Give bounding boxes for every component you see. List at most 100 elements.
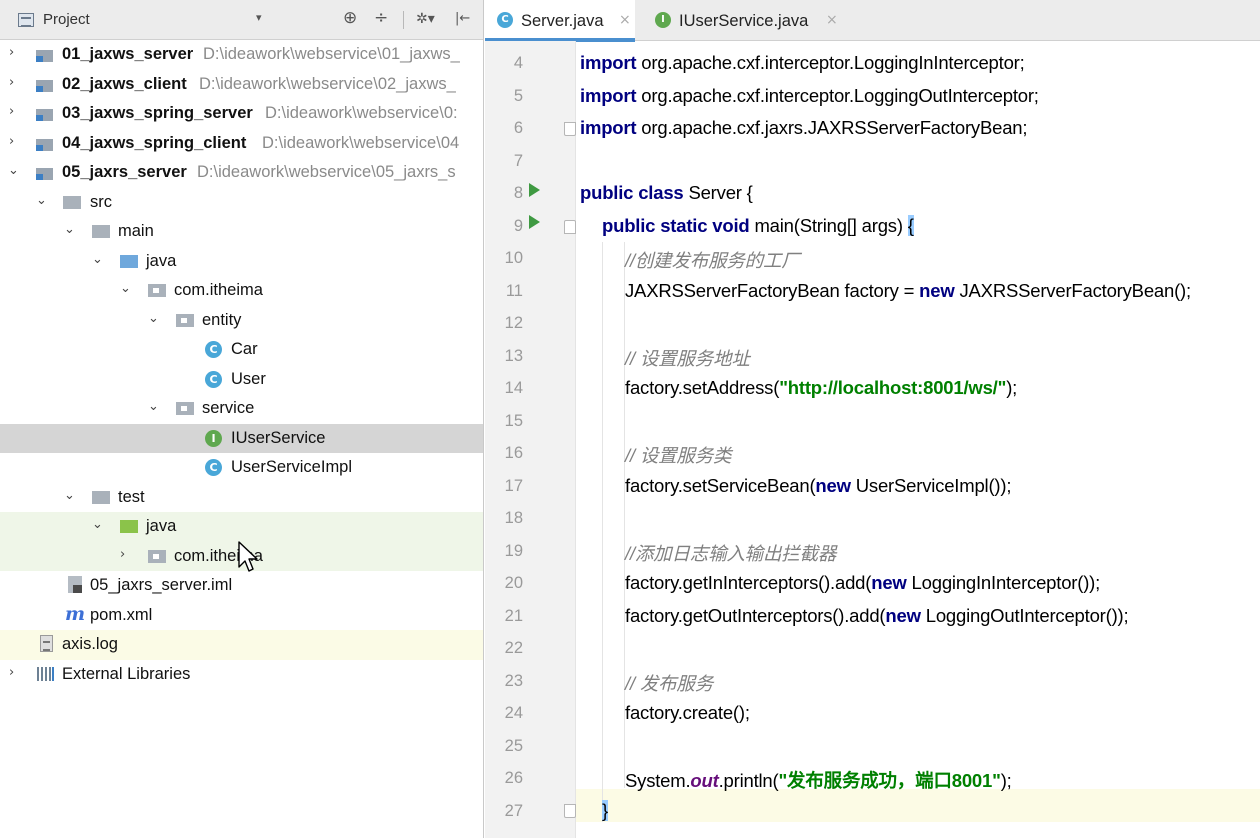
code-line-9[interactable]: public static void main(String[] args) { bbox=[602, 214, 914, 237]
string-literal: "发布服务成功，端口8001" bbox=[778, 770, 1001, 791]
line-number: 12 bbox=[504, 314, 523, 332]
tree-item-file[interactable]: m pom.xml bbox=[0, 601, 483, 631]
code-line-24[interactable]: factory.create(); bbox=[625, 702, 750, 724]
toolbar-divider bbox=[403, 11, 404, 29]
code-line-21[interactable]: factory.getOutInterceptors().add(new Log… bbox=[625, 604, 1129, 627]
code-line-26[interactable]: System.out.println("发布服务成功，端口8001"); bbox=[625, 767, 1012, 793]
code-text: main(String[] args) bbox=[749, 214, 908, 236]
hide-panel-icon[interactable]: |← bbox=[455, 11, 470, 26]
class-icon: C bbox=[205, 370, 222, 388]
chevron-right-icon[interactable]: › bbox=[9, 104, 14, 119]
code-line-27[interactable]: } bbox=[602, 799, 608, 822]
tab-iuserservice-java[interactable]: I IUserService.java × bbox=[643, 0, 843, 41]
tree-item-test-root[interactable]: ⌄ java bbox=[0, 512, 483, 542]
tree-item-label: 01_jaxws_server bbox=[62, 45, 194, 63]
chevron-right-icon[interactable]: › bbox=[9, 45, 14, 60]
line-number: 8 bbox=[513, 184, 523, 202]
tree-item-package[interactable]: ⌄ com.itheima bbox=[0, 276, 483, 306]
tree-item-folder[interactable]: ⌄ test bbox=[0, 483, 483, 513]
tree-item-label: test bbox=[118, 487, 145, 506]
chevron-down-icon[interactable]: ⌄ bbox=[92, 252, 103, 267]
code-line-11[interactable]: JAXRSServerFactoryBean factory = new JAX… bbox=[625, 280, 1191, 302]
tree-item-label: java bbox=[146, 517, 177, 535]
chevron-right-icon[interactable]: › bbox=[9, 665, 14, 680]
code-line-19[interactable]: //添加日志输入输出拦截器 bbox=[625, 540, 836, 566]
chevron-down-icon[interactable]: ⌄ bbox=[92, 517, 103, 532]
chevron-down-icon[interactable]: ⌄ bbox=[64, 222, 75, 237]
chevron-right-icon[interactable]: › bbox=[120, 547, 125, 562]
code-line-20[interactable]: factory.getInInterceptors().add(new Logg… bbox=[625, 572, 1100, 594]
tree-item-file[interactable]: 05_jaxrs_server.iml bbox=[0, 571, 483, 601]
run-class-icon[interactable] bbox=[529, 183, 540, 197]
tree-item-class[interactable]: C Car bbox=[0, 335, 483, 365]
chevron-down-icon[interactable]: ⌄ bbox=[120, 281, 131, 296]
package-icon bbox=[176, 313, 194, 327]
code-line-16[interactable]: // 设置服务类 bbox=[625, 442, 732, 468]
tree-item-class[interactable]: C UserServiceImpl bbox=[0, 453, 483, 483]
keyword: new bbox=[885, 604, 921, 626]
code-line-17[interactable]: factory.setServiceBean(new UserServiceIm… bbox=[625, 475, 1011, 497]
tree-item-module[interactable]: › 01_jaxws_server D:\ideawork\webservice… bbox=[0, 40, 483, 70]
keyword: import bbox=[580, 117, 637, 138]
code-text: factory.getOutInterceptors().add( bbox=[625, 604, 886, 626]
tree-item-module[interactable]: › 02_jaxws_client D:\ideawork\webservice… bbox=[0, 70, 483, 100]
class-icon: C bbox=[205, 459, 222, 476]
line-number: 27 bbox=[504, 801, 523, 820]
chevron-down-icon[interactable]: ⌄ bbox=[148, 311, 159, 326]
code-line-4[interactable]: import org.apache.cxf.interceptor.Loggin… bbox=[580, 52, 1025, 74]
keyword: new bbox=[871, 572, 907, 593]
line-number: 6 bbox=[513, 119, 523, 137]
chevron-down-icon[interactable]: ⌄ bbox=[148, 399, 159, 414]
chevron-down-icon[interactable]: ⌄ bbox=[8, 163, 19, 178]
code-line-5[interactable]: import org.apache.cxf.interceptor.Loggin… bbox=[580, 85, 1039, 107]
tree-item-module[interactable]: › 04_jaxws_spring_client D:\ideawork\web… bbox=[0, 129, 483, 159]
tree-item-external-libraries[interactable]: › External Libraries bbox=[0, 660, 483, 690]
tree-item-source-root[interactable]: ⌄ java bbox=[0, 247, 483, 277]
source-folder-icon bbox=[120, 254, 138, 268]
chevron-right-icon[interactable]: › bbox=[9, 75, 14, 90]
tree-item-module[interactable]: › 03_jaxws_spring_server D:\ideawork\web… bbox=[0, 99, 483, 129]
code-line-8[interactable]: public class Server { bbox=[580, 182, 753, 204]
gear-icon[interactable]: ✲▾ bbox=[416, 11, 435, 27]
package-icon bbox=[176, 402, 194, 415]
line-number: 15 bbox=[504, 411, 523, 430]
close-icon[interactable]: × bbox=[619, 12, 631, 28]
tree-item-folder[interactable]: ⌄ src bbox=[0, 188, 483, 218]
run-main-icon[interactable] bbox=[529, 215, 540, 229]
tree-item-class[interactable]: C User bbox=[0, 365, 483, 395]
matched-brace: } bbox=[602, 799, 608, 821]
tree-item-package[interactable]: ⌄ service bbox=[0, 394, 483, 424]
folder-icon bbox=[92, 490, 110, 504]
line-number: 5 bbox=[513, 86, 523, 105]
tree-item-file[interactable]: axis.log bbox=[0, 630, 483, 660]
tree-item-label: UserServiceImpl bbox=[231, 458, 353, 476]
fold-icon[interactable] bbox=[564, 122, 576, 136]
code-line-10[interactable]: //创建发布服务的工厂 bbox=[625, 247, 800, 273]
chevron-right-icon[interactable]: › bbox=[9, 134, 14, 149]
tree-item-interface-selected[interactable]: I IUserService bbox=[0, 423, 483, 453]
code-line-14[interactable]: factory.setAddress("http://localhost:800… bbox=[625, 377, 1017, 399]
tree-item-package[interactable]: ⌄ entity bbox=[0, 306, 483, 336]
line-number: 10 bbox=[504, 249, 523, 267]
code-line-6[interactable]: import org.apache.cxf.jaxrs.JAXRSServerF… bbox=[580, 117, 1028, 139]
chevron-down-icon[interactable]: ▾ bbox=[256, 11, 262, 24]
fold-icon[interactable] bbox=[564, 804, 576, 818]
close-icon[interactable]: × bbox=[826, 12, 838, 28]
tree-item-label: main bbox=[118, 222, 154, 240]
tab-server-java[interactable]: C Server.java × bbox=[485, 0, 635, 42]
code-line-13[interactable]: // 设置服务地址 bbox=[625, 345, 750, 371]
interface-icon: I bbox=[655, 12, 671, 28]
code-text: ); bbox=[1006, 377, 1018, 398]
keyword: new bbox=[919, 279, 955, 301]
project-view-selector[interactable]: Project bbox=[43, 11, 90, 28]
fold-icon[interactable] bbox=[564, 220, 576, 234]
tree-item-folder[interactable]: ⌄ main bbox=[0, 217, 483, 247]
module-icon bbox=[36, 77, 55, 92]
chevron-down-icon[interactable]: ⌄ bbox=[64, 488, 75, 503]
locate-file-icon[interactable]: ⊕ bbox=[343, 8, 357, 28]
folder-icon bbox=[92, 225, 110, 238]
chevron-down-icon[interactable]: ⌄ bbox=[36, 193, 47, 208]
collapse-all-icon[interactable]: ÷ bbox=[374, 8, 388, 28]
code-line-23[interactable]: // 发布服务 bbox=[625, 670, 713, 696]
tree-item-module[interactable]: ⌄ 05_jaxrs_server D:\ideawork\webservice… bbox=[0, 158, 483, 188]
